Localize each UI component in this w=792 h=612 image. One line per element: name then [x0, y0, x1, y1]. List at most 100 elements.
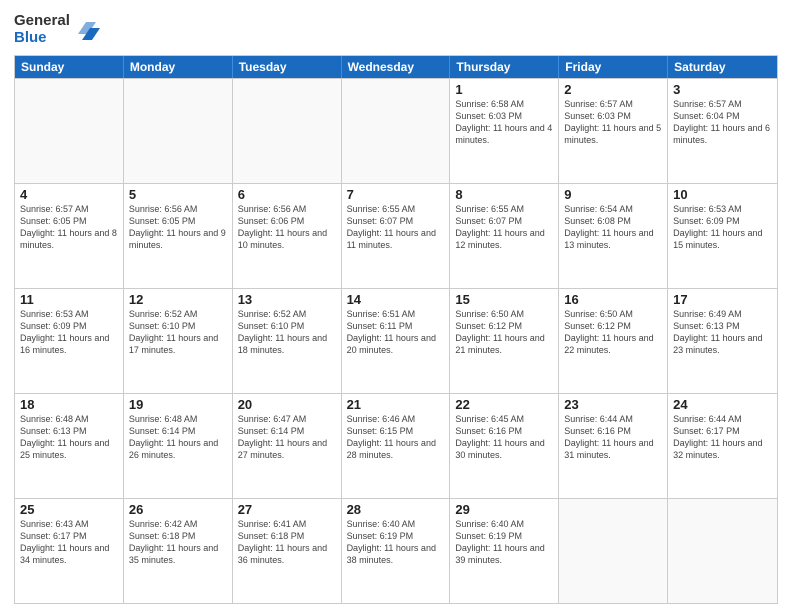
day-info: Sunrise: 6:50 AM Sunset: 6:12 PM Dayligh…: [564, 308, 662, 357]
day-info: Sunrise: 6:53 AM Sunset: 6:09 PM Dayligh…: [673, 203, 772, 252]
day-cell: [15, 79, 124, 183]
day-cell: 14Sunrise: 6:51 AM Sunset: 6:11 PM Dayli…: [342, 289, 451, 393]
header: General Blue: [14, 12, 778, 47]
day-number: 11: [20, 292, 118, 307]
day-number: 26: [129, 502, 227, 517]
day-info: Sunrise: 6:48 AM Sunset: 6:13 PM Dayligh…: [20, 413, 118, 462]
day-info: Sunrise: 6:45 AM Sunset: 6:16 PM Dayligh…: [455, 413, 553, 462]
day-cell: 4Sunrise: 6:57 AM Sunset: 6:05 PM Daylig…: [15, 184, 124, 288]
week-row-2: 4Sunrise: 6:57 AM Sunset: 6:05 PM Daylig…: [15, 183, 777, 288]
day-cell: 25Sunrise: 6:43 AM Sunset: 6:17 PM Dayli…: [15, 499, 124, 603]
day-info: Sunrise: 6:58 AM Sunset: 6:03 PM Dayligh…: [455, 98, 553, 147]
day-info: Sunrise: 6:55 AM Sunset: 6:07 PM Dayligh…: [347, 203, 445, 252]
day-cell: 23Sunrise: 6:44 AM Sunset: 6:16 PM Dayli…: [559, 394, 668, 498]
day-cell: 11Sunrise: 6:53 AM Sunset: 6:09 PM Dayli…: [15, 289, 124, 393]
day-number: 13: [238, 292, 336, 307]
day-number: 28: [347, 502, 445, 517]
day-number: 15: [455, 292, 553, 307]
day-info: Sunrise: 6:52 AM Sunset: 6:10 PM Dayligh…: [129, 308, 227, 357]
day-number: 2: [564, 82, 662, 97]
day-info: Sunrise: 6:48 AM Sunset: 6:14 PM Dayligh…: [129, 413, 227, 462]
day-number: 25: [20, 502, 118, 517]
day-cell: 19Sunrise: 6:48 AM Sunset: 6:14 PM Dayli…: [124, 394, 233, 498]
col-header-tuesday: Tuesday: [233, 56, 342, 78]
day-info: Sunrise: 6:51 AM Sunset: 6:11 PM Dayligh…: [347, 308, 445, 357]
col-header-monday: Monday: [124, 56, 233, 78]
day-info: Sunrise: 6:50 AM Sunset: 6:12 PM Dayligh…: [455, 308, 553, 357]
day-cell: 27Sunrise: 6:41 AM Sunset: 6:18 PM Dayli…: [233, 499, 342, 603]
day-number: 23: [564, 397, 662, 412]
day-info: Sunrise: 6:57 AM Sunset: 6:03 PM Dayligh…: [564, 98, 662, 147]
day-cell: 15Sunrise: 6:50 AM Sunset: 6:12 PM Dayli…: [450, 289, 559, 393]
day-number: 19: [129, 397, 227, 412]
calendar: SundayMondayTuesdayWednesdayThursdayFrid…: [14, 55, 778, 605]
col-header-wednesday: Wednesday: [342, 56, 451, 78]
day-number: 14: [347, 292, 445, 307]
day-info: Sunrise: 6:57 AM Sunset: 6:05 PM Dayligh…: [20, 203, 118, 252]
day-cell: [124, 79, 233, 183]
logo-chevron-icon: [78, 18, 100, 40]
day-info: Sunrise: 6:40 AM Sunset: 6:19 PM Dayligh…: [347, 518, 445, 567]
day-info: Sunrise: 6:52 AM Sunset: 6:10 PM Dayligh…: [238, 308, 336, 357]
day-info: Sunrise: 6:49 AM Sunset: 6:13 PM Dayligh…: [673, 308, 772, 357]
day-info: Sunrise: 6:53 AM Sunset: 6:09 PM Dayligh…: [20, 308, 118, 357]
day-info: Sunrise: 6:44 AM Sunset: 6:17 PM Dayligh…: [673, 413, 772, 462]
day-cell: [668, 499, 777, 603]
day-cell: 16Sunrise: 6:50 AM Sunset: 6:12 PM Dayli…: [559, 289, 668, 393]
day-number: 5: [129, 187, 227, 202]
day-cell: 21Sunrise: 6:46 AM Sunset: 6:15 PM Dayli…: [342, 394, 451, 498]
day-cell: 12Sunrise: 6:52 AM Sunset: 6:10 PM Dayli…: [124, 289, 233, 393]
week-row-3: 11Sunrise: 6:53 AM Sunset: 6:09 PM Dayli…: [15, 288, 777, 393]
day-number: 20: [238, 397, 336, 412]
day-number: 1: [455, 82, 553, 97]
day-info: Sunrise: 6:40 AM Sunset: 6:19 PM Dayligh…: [455, 518, 553, 567]
day-number: 27: [238, 502, 336, 517]
page: General Blue SundayMondayTuesdayWednesda…: [0, 0, 792, 612]
day-cell: 20Sunrise: 6:47 AM Sunset: 6:14 PM Dayli…: [233, 394, 342, 498]
day-cell: 7Sunrise: 6:55 AM Sunset: 6:07 PM Daylig…: [342, 184, 451, 288]
day-cell: 18Sunrise: 6:48 AM Sunset: 6:13 PM Dayli…: [15, 394, 124, 498]
col-header-thursday: Thursday: [450, 56, 559, 78]
day-number: 17: [673, 292, 772, 307]
day-info: Sunrise: 6:57 AM Sunset: 6:04 PM Dayligh…: [673, 98, 772, 147]
day-cell: 6Sunrise: 6:56 AM Sunset: 6:06 PM Daylig…: [233, 184, 342, 288]
day-cell: 1Sunrise: 6:58 AM Sunset: 6:03 PM Daylig…: [450, 79, 559, 183]
day-info: Sunrise: 6:54 AM Sunset: 6:08 PM Dayligh…: [564, 203, 662, 252]
day-number: 22: [455, 397, 553, 412]
calendar-body: 1Sunrise: 6:58 AM Sunset: 6:03 PM Daylig…: [15, 78, 777, 604]
day-number: 29: [455, 502, 553, 517]
logo-line1: General: [14, 12, 70, 29]
col-header-friday: Friday: [559, 56, 668, 78]
day-cell: 13Sunrise: 6:52 AM Sunset: 6:10 PM Dayli…: [233, 289, 342, 393]
logo: General Blue: [14, 12, 100, 47]
week-row-1: 1Sunrise: 6:58 AM Sunset: 6:03 PM Daylig…: [15, 78, 777, 183]
day-number: 8: [455, 187, 553, 202]
day-cell: 8Sunrise: 6:55 AM Sunset: 6:07 PM Daylig…: [450, 184, 559, 288]
day-info: Sunrise: 6:47 AM Sunset: 6:14 PM Dayligh…: [238, 413, 336, 462]
day-number: 18: [20, 397, 118, 412]
day-number: 7: [347, 187, 445, 202]
day-number: 12: [129, 292, 227, 307]
col-header-saturday: Saturday: [668, 56, 777, 78]
day-info: Sunrise: 6:41 AM Sunset: 6:18 PM Dayligh…: [238, 518, 336, 567]
day-cell: 22Sunrise: 6:45 AM Sunset: 6:16 PM Dayli…: [450, 394, 559, 498]
day-cell: 24Sunrise: 6:44 AM Sunset: 6:17 PM Dayli…: [668, 394, 777, 498]
day-info: Sunrise: 6:44 AM Sunset: 6:16 PM Dayligh…: [564, 413, 662, 462]
logo-line2: Blue: [14, 29, 70, 46]
day-cell: 28Sunrise: 6:40 AM Sunset: 6:19 PM Dayli…: [342, 499, 451, 603]
day-number: 3: [673, 82, 772, 97]
day-cell: 26Sunrise: 6:42 AM Sunset: 6:18 PM Dayli…: [124, 499, 233, 603]
day-cell: [233, 79, 342, 183]
day-number: 10: [673, 187, 772, 202]
week-row-4: 18Sunrise: 6:48 AM Sunset: 6:13 PM Dayli…: [15, 393, 777, 498]
day-cell: [342, 79, 451, 183]
day-cell: 9Sunrise: 6:54 AM Sunset: 6:08 PM Daylig…: [559, 184, 668, 288]
day-cell: 2Sunrise: 6:57 AM Sunset: 6:03 PM Daylig…: [559, 79, 668, 183]
day-cell: 3Sunrise: 6:57 AM Sunset: 6:04 PM Daylig…: [668, 79, 777, 183]
day-cell: 10Sunrise: 6:53 AM Sunset: 6:09 PM Dayli…: [668, 184, 777, 288]
col-header-sunday: Sunday: [15, 56, 124, 78]
day-info: Sunrise: 6:43 AM Sunset: 6:17 PM Dayligh…: [20, 518, 118, 567]
day-info: Sunrise: 6:46 AM Sunset: 6:15 PM Dayligh…: [347, 413, 445, 462]
day-info: Sunrise: 6:42 AM Sunset: 6:18 PM Dayligh…: [129, 518, 227, 567]
day-cell: [559, 499, 668, 603]
